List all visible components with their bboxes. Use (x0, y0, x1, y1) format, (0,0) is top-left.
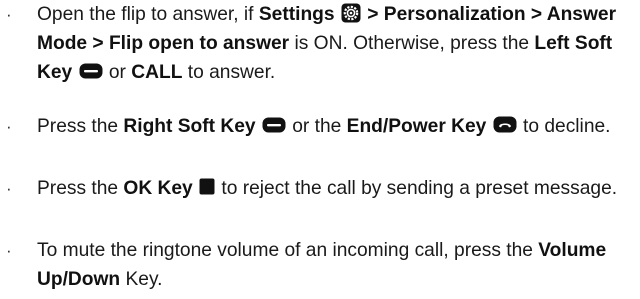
item-text: Press the OK Key to reject the call by s… (37, 178, 618, 199)
ok-key-label: OK Key (123, 178, 193, 199)
item-text: To mute the ringtone volume of an incomi… (37, 240, 607, 290)
right-soft-key-icon (262, 117, 286, 133)
list-item-reject-with-message: · Press the OK Key to reject the call by… (0, 174, 640, 236)
bullet: · (6, 241, 12, 260)
settings-gear-icon (341, 3, 361, 23)
settings-label: Settings (258, 4, 335, 25)
list-item-decline-call: · Press the Right Soft Key or the End/Po… (0, 112, 640, 174)
bullet: · (6, 5, 12, 24)
right-soft-key-label: Right Soft Key (123, 116, 256, 137)
item-text: Press the Right Soft Key or the End/Powe… (37, 116, 611, 137)
bullet: · (6, 179, 12, 198)
end-power-key-icon (493, 116, 517, 133)
list-item-answer-call: · Open the flip to answer, if Settings >… (0, 0, 640, 112)
ok-key-icon (199, 178, 215, 195)
end-power-key-label: End/Power Key (346, 116, 487, 137)
call-key-label: CALL (131, 62, 183, 83)
bullet: · (6, 117, 12, 136)
item-text: Open the flip to answer, if Settings > P… (37, 3, 617, 83)
left-soft-key-icon (79, 63, 103, 79)
list-item-mute-ringtone: · To mute the ringtone volume of an inco… (0, 236, 640, 298)
